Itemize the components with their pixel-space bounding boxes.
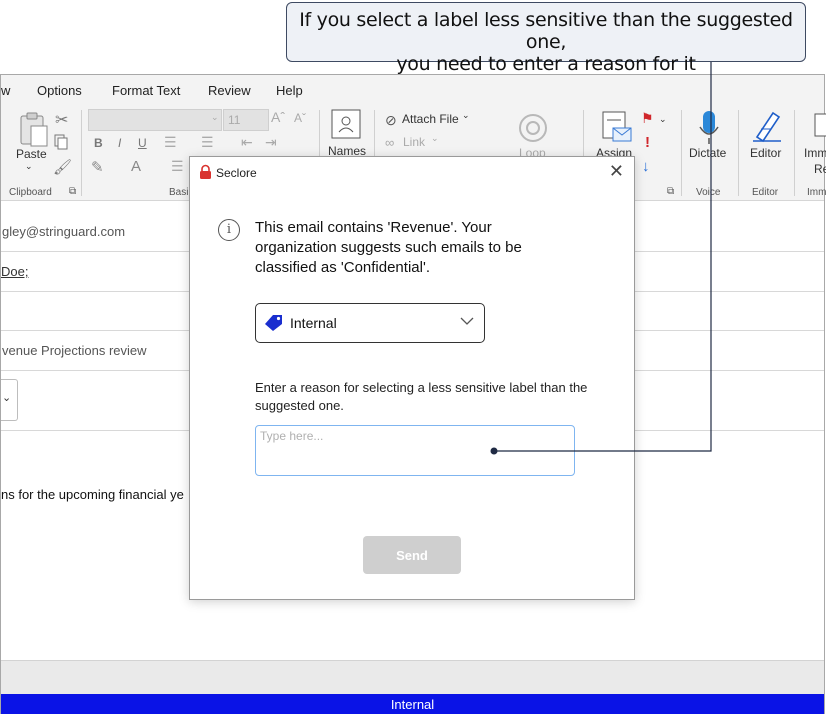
- callout-connector: [490, 62, 712, 455]
